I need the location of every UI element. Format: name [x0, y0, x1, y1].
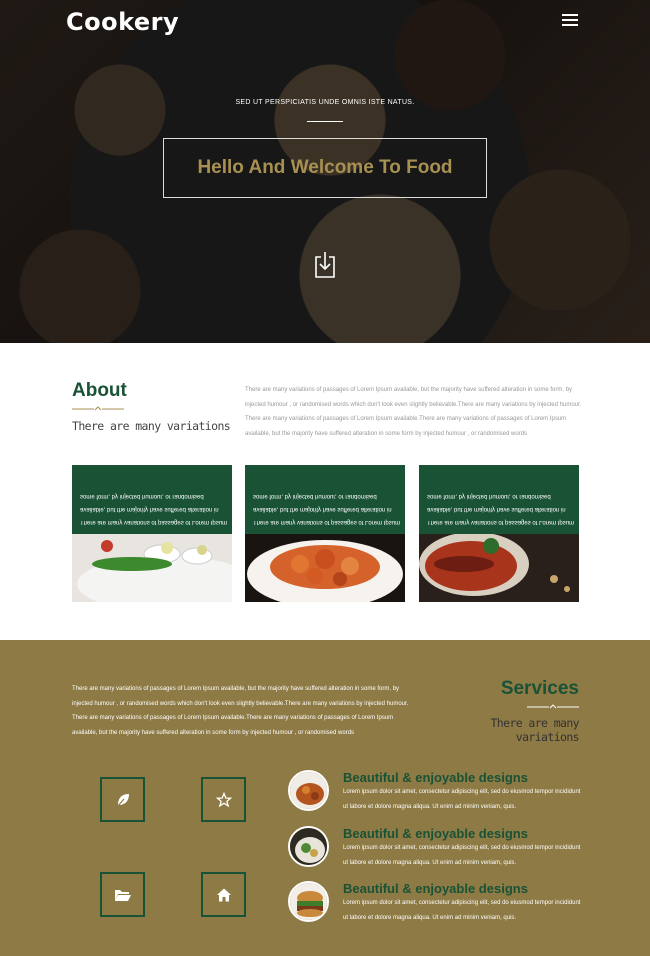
food-image-shrimp	[245, 534, 405, 602]
feature-text-1: Lorem ipsum dolor sit amet, consectetur …	[343, 789, 581, 810]
feature-image-1	[288, 770, 329, 811]
services-title: Services	[500, 678, 579, 699]
card-caption-1: There are many variations of passages of…	[80, 493, 228, 525]
leaf-icon-button[interactable]	[100, 777, 145, 822]
feature-text-2: Lorem ipsum dolor sit amet, consectetur …	[343, 845, 581, 866]
feature-text-3: Lorem ipsum dolor sit amet, consectetur …	[343, 900, 581, 921]
food-card-3[interactable]	[419, 465, 579, 602]
feature-image-2	[288, 826, 329, 867]
services-paragraph: There are many variations of passages of…	[72, 686, 409, 736]
about-subtitle: There are many variations	[72, 419, 231, 433]
home-icon-button[interactable]	[201, 872, 246, 917]
food-card-1[interactable]	[72, 465, 232, 602]
home-icon	[216, 888, 231, 901]
feature-image-3	[288, 881, 329, 922]
food-card-2[interactable]	[245, 465, 405, 602]
download-icon[interactable]	[312, 251, 338, 279]
card-caption-3: There are many variations of passages of…	[427, 493, 575, 525]
services-subtitle: There are many variations	[490, 716, 579, 744]
hero-subtitle: SED UT PERSPICIATIS UNDE OMNIS ISTE NATU…	[235, 99, 415, 106]
hero-divider	[307, 121, 343, 122]
folder-icon-button[interactable]	[100, 872, 145, 917]
hero-title: Hello And Welcome To Food	[197, 157, 453, 178]
food-image-curry	[419, 534, 579, 602]
feature-title-1: Beautiful & enjoyable designs	[343, 770, 528, 785]
title-ornament	[527, 704, 579, 709]
star-icon-button[interactable]	[201, 777, 246, 822]
leaf-icon	[116, 793, 129, 807]
hero-banner: Cookery SED UT PERSPICIATIS UNDE OMNIS I…	[0, 0, 650, 343]
folder-open-icon	[114, 889, 131, 901]
card-caption-2: There are many variations of passages of…	[253, 493, 401, 525]
hamburger-icon[interactable]	[562, 14, 578, 26]
food-image-appetizers	[72, 534, 232, 602]
about-paragraph: There are many variations of passages of…	[245, 387, 582, 437]
site-logo[interactable]: Cookery	[66, 8, 179, 36]
about-title: About	[72, 380, 127, 401]
title-ornament	[72, 406, 124, 411]
star-icon	[215, 791, 232, 807]
feature-title-3: Beautiful & enjoyable designs	[343, 881, 528, 896]
feature-title-2: Beautiful & enjoyable designs	[343, 826, 528, 841]
